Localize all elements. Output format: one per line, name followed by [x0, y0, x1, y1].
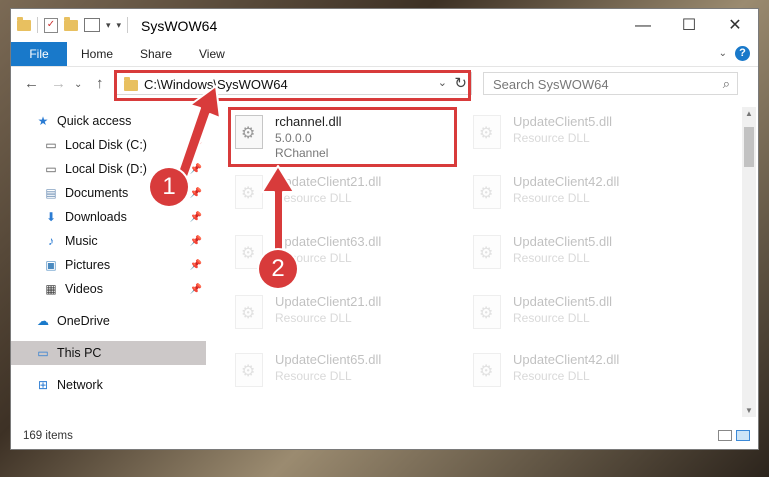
- annotation-arrows: [175, 85, 295, 257]
- step-2-badge: 2: [259, 250, 297, 288]
- arrow-2: [261, 165, 295, 257]
- arrow-1: [175, 85, 221, 183]
- step-1-badge: 1: [150, 168, 188, 206]
